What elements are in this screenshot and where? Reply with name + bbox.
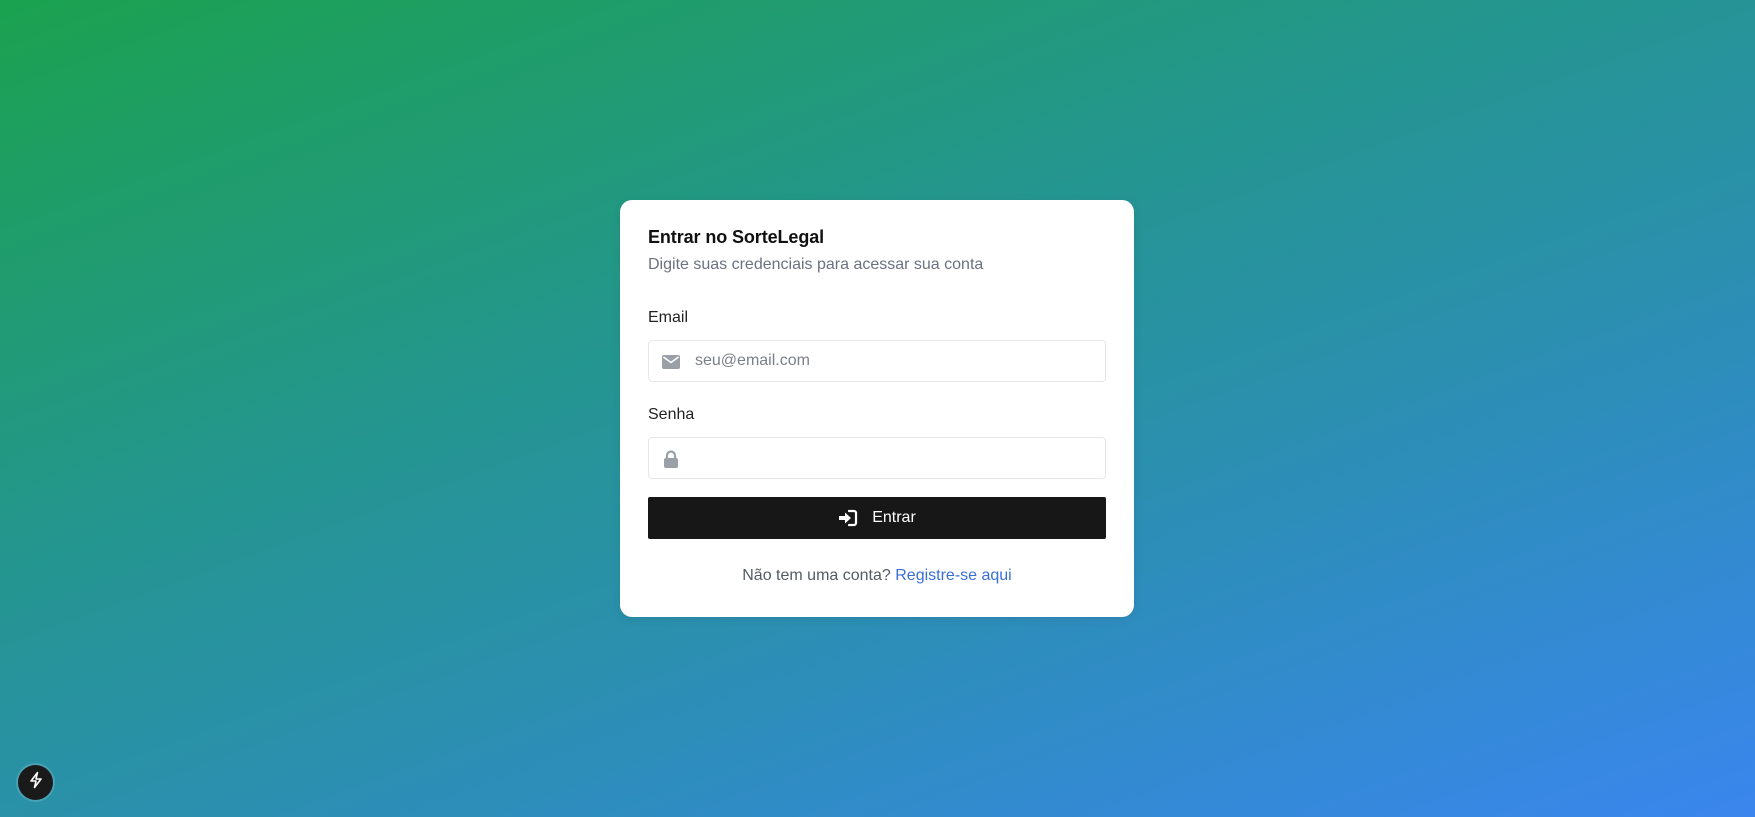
lock-icon [661, 449, 681, 469]
envelope-icon [661, 352, 681, 372]
register-link[interactable]: Registre-se aqui [895, 567, 1012, 584]
password-label: Senha [648, 406, 695, 423]
lightning-bolt-icon [27, 771, 45, 794]
email-input[interactable] [695, 341, 1095, 381]
register-prompt-text: Não tem uma conta? [742, 567, 891, 584]
page-subtitle: Digite suas credenciais para acessar sua… [648, 256, 984, 273]
dev-tools-button[interactable] [18, 765, 53, 800]
register-prompt: Não tem uma conta? Registre-se aqui [620, 567, 1134, 585]
login-card: Entrar no SorteLegal Digite suas credenc… [620, 200, 1134, 617]
email-field-wrapper [648, 340, 1106, 382]
page-title: Entrar no SorteLegal [648, 227, 825, 247]
sign-in-icon [838, 508, 858, 528]
email-label: Email [648, 309, 689, 326]
login-submit-button[interactable]: Entrar [648, 497, 1106, 539]
password-field-wrapper [648, 437, 1106, 479]
login-submit-label: Entrar [872, 509, 916, 526]
password-input[interactable] [695, 438, 1095, 478]
